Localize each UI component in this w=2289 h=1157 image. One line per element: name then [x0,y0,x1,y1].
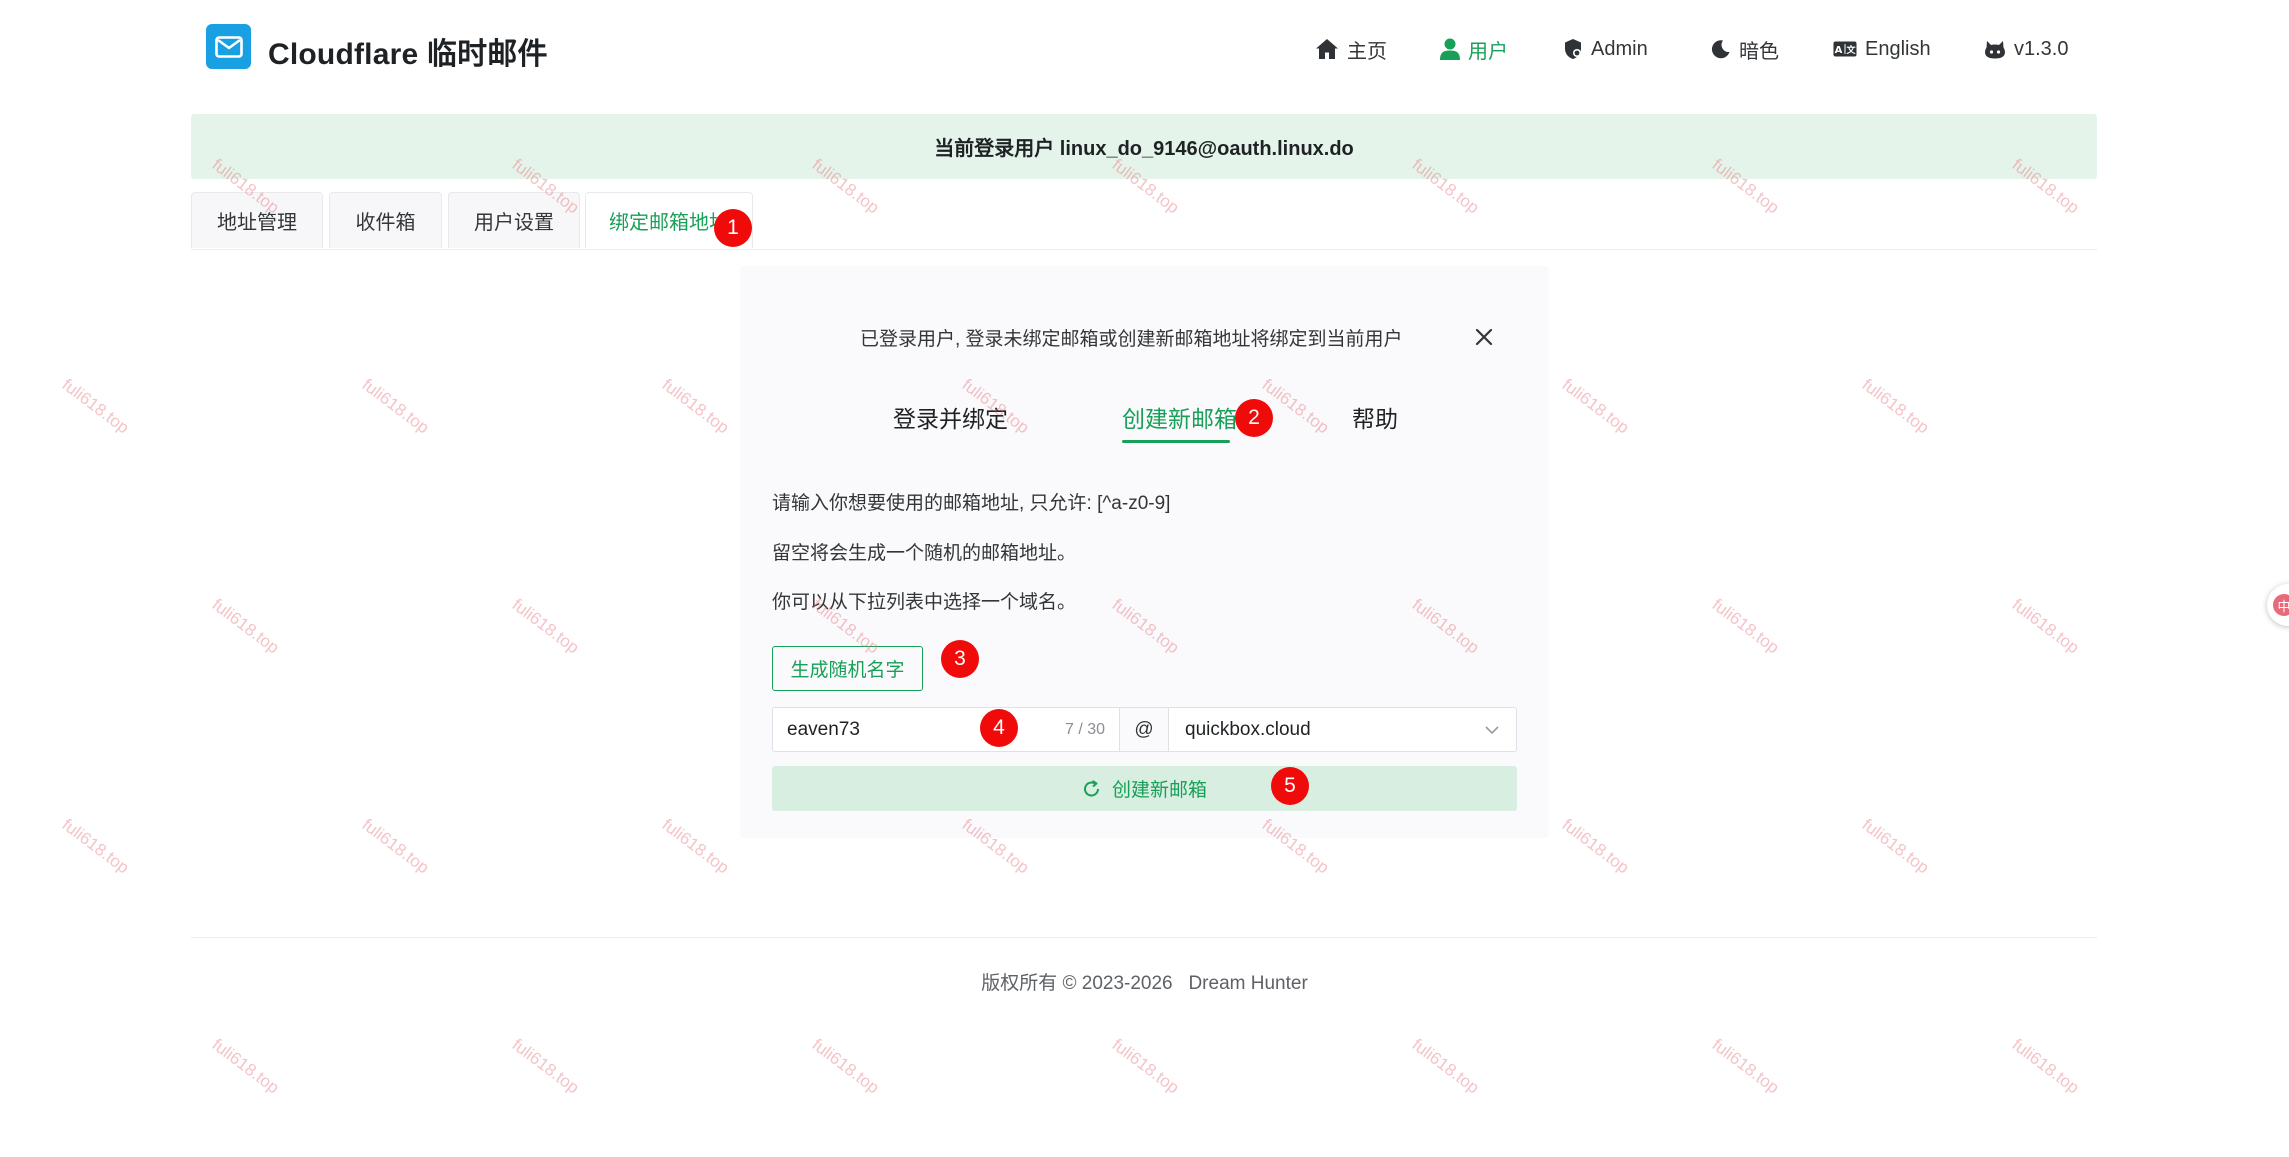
mailbox-name-value: eaven73 [787,718,860,740]
instruction-text: 留空将会生成一个随机的邮箱地址。 [772,543,1077,564]
tab-user-settings[interactable]: 用户设置 [448,192,580,248]
watermark-text: fuli618.top [358,815,433,878]
svg-text:A: A [1835,45,1843,56]
app-logo[interactable] [206,24,251,69]
mail-icon [214,35,243,58]
nav-home[interactable]: 主页 [1315,32,1387,66]
github-icon [1985,41,2005,59]
current-user-text: 当前登录用户 linux_do_9146@oauth.linux.do [934,138,1354,160]
nav-language-label: English [1865,37,1931,60]
watermark-text: fuli618.top [508,595,583,658]
step-marker-3: 3 [941,640,979,678]
watermark-text: fuli618.top [208,595,283,658]
watermark-text: fuli618.top [1708,595,1783,658]
watermark-text: fuli618.top [658,375,733,438]
button-label: 创建新邮箱 [1111,780,1207,801]
watermark-text: fuli618.top [1108,1035,1183,1098]
tab-label: 收件箱 [355,212,416,234]
watermark-text: fuli618.top [658,815,733,878]
nav-dark-mode[interactable]: 暗色 [1711,32,1779,66]
nav-home-label: 主页 [1347,40,1387,63]
watermark-text: fuli618.top [1558,375,1633,438]
chevron-down-icon [1485,725,1499,734]
svg-text:文: 文 [1845,44,1856,56]
side-floating-widget[interactable]: 中 [2267,584,2289,626]
watermark-text: fuli618.top [1858,375,1933,438]
step-marker-5: 5 [1271,767,1309,805]
watermark-text: fuli618.top [1708,1035,1783,1098]
instruction-text: 请输入你想要使用的邮箱地址, 只允许: [^a-z0-9] [772,493,1171,514]
char-counter: 7 / 30 [1064,720,1105,738]
watermark-text: fuli618.top [208,1035,283,1098]
home-icon [1316,39,1338,59]
generate-random-name-button[interactable]: 生成随机名字 [772,646,923,691]
language-icon: A 文 [1833,41,1857,57]
user-icon [1440,38,1460,60]
at-separator: @ [1119,707,1169,752]
app-title: Cloudflare 临时邮件 [268,38,548,71]
nav-version-label: v1.3.0 [2014,37,2069,60]
login-banner: 当前登录用户 linux_do_9146@oauth.linux.do [191,114,2097,179]
subtab-active-indicator [1122,440,1230,443]
button-label: 生成随机名字 [790,660,905,681]
watermark-text: fuli618.top [58,815,133,878]
watermark-text: fuli618.top [58,375,133,438]
watermark-text: fuli618.top [1408,1035,1483,1098]
mailbox-name-input[interactable]: eaven73 7 / 30 [772,707,1120,752]
moon-icon [1711,40,1730,59]
tab-label: 绑定邮箱地址 [609,212,729,234]
tab-address-management[interactable]: 地址管理 [191,192,323,248]
footer-divider [191,937,2097,938]
watermark-text: fuli618.top [2008,595,2083,658]
watermark-text: fuli618.top [508,1035,583,1098]
bind-info-text: 已登录用户, 登录未绑定邮箱或创建新邮箱地址将绑定到当前用户 [860,329,1403,350]
watermark-text: fuli618.top [1558,815,1633,878]
subtab-help[interactable]: 帮助 [1352,400,1398,434]
close-icon[interactable] [1473,326,1495,353]
tab-label: 地址管理 [217,212,297,234]
create-mailbox-button[interactable]: 创建新邮箱 [772,766,1517,811]
nav-language[interactable]: A 文 English [1833,32,1931,66]
side-widget-label: 中 [2273,594,2289,616]
step-marker-4: 4 [980,709,1018,747]
subtab-create-mailbox[interactable]: 创建新邮箱 [1122,400,1237,434]
nav-admin[interactable]: Admin [1563,32,1648,66]
step-marker-1: 1 [714,209,752,247]
watermark-text: fuli618.top [1858,815,1933,878]
step-marker-2: 2 [1235,399,1273,437]
at-symbol: @ [1134,718,1154,740]
nav-github-version[interactable]: v1.3.0 [1984,32,2068,66]
watermark-text: fuli618.top [2008,1035,2083,1098]
footer-copyright: 版权所有 © 2023-2026 Dream Hunter [981,973,1308,994]
admin-shield-icon [1565,39,1581,59]
nav-user[interactable]: 用户 [1440,32,1508,66]
instruction-text: 你可以从下拉列表中选择一个域名。 [772,592,1077,613]
nav-dark-mode-label: 暗色 [1739,40,1779,63]
nav-admin-label: Admin [1591,37,1648,60]
domain-value: quickbox.cloud [1185,718,1311,740]
tab-inbox[interactable]: 收件箱 [329,192,442,248]
watermark-text: fuli618.top [808,1035,883,1098]
refresh-icon [1083,779,1099,796]
domain-select[interactable]: quickbox.cloud [1168,707,1517,752]
nav-user-label: 用户 [1468,40,1508,63]
watermark-text: fuli618.top [358,375,433,438]
tab-label: 用户设置 [474,212,554,234]
subtab-login-bind[interactable]: 登录并绑定 [893,400,1008,434]
tab-divider [191,249,2097,250]
